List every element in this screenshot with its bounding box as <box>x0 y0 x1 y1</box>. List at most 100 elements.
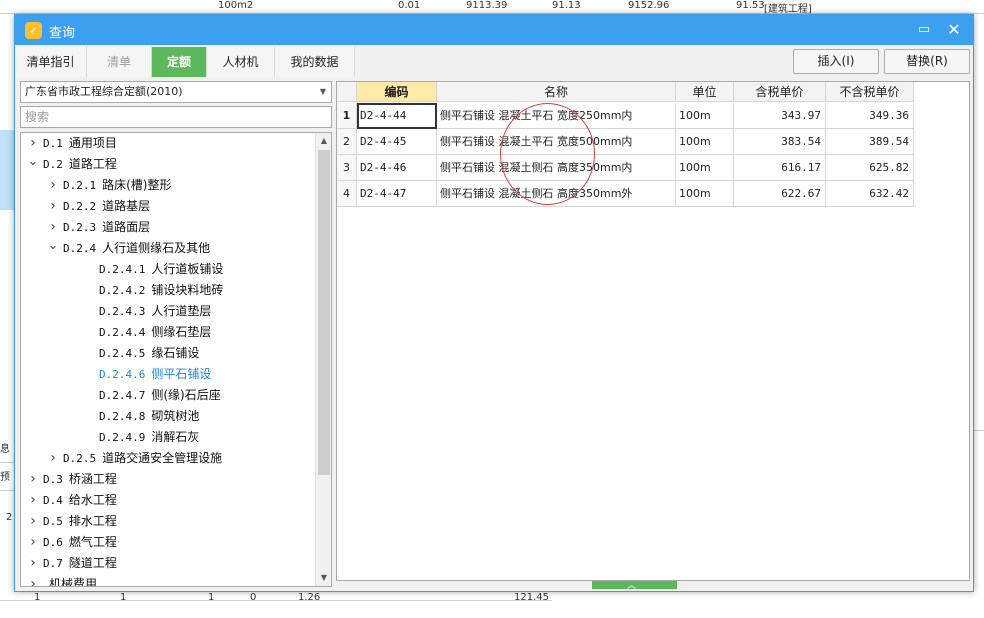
bg-cell: 100m2 <box>218 0 254 11</box>
tree-scrollbar[interactable]: ▲ ▼ <box>315 133 331 586</box>
quota-name-cell[interactable]: 侧平石铺设 混凝土侧石 高度350mm内 <box>437 155 676 181</box>
tree-item-code: D.5 <box>43 515 63 528</box>
bg-label: 预 <box>0 472 10 483</box>
maximize-icon[interactable]: ▭ <box>913 19 935 41</box>
tree-item[interactable]: › D.5 排水工程 <box>21 511 313 532</box>
chevron-right-icon[interactable]: › <box>47 196 59 217</box>
price-notax-cell[interactable]: 625.82 <box>826 155 914 181</box>
chevron-right-icon[interactable]: › <box>27 532 39 553</box>
chevron-right-icon[interactable]: › <box>27 553 39 574</box>
quota-name-cell[interactable]: 侧平石铺设 混凝土侧石 高度350mm外 <box>437 181 676 207</box>
price-tax-cell[interactable]: 343.97 <box>734 103 826 129</box>
price-tax-cell[interactable]: 616.17 <box>734 155 826 181</box>
tree-item[interactable]: › D.3 桥涵工程 <box>21 469 313 490</box>
title-bar[interactable]: ✓ 查询 ▭ ✕ <box>15 15 973 45</box>
chevron-down-icon[interactable]: ⌄ <box>47 235 59 256</box>
scroll-up-icon[interactable]: ▲ <box>316 133 331 149</box>
tree-item-label: 人行道侧缘石及其他 <box>102 241 211 255</box>
price-notax-cell[interactable]: 389.54 <box>826 129 914 155</box>
tab-my-data[interactable]: 我的数据 <box>275 47 355 77</box>
row-index[interactable]: 3 <box>337 155 357 181</box>
scrollbar-thumb[interactable] <box>318 150 330 475</box>
quota-code-cell[interactable]: D2-4-47 <box>357 181 437 207</box>
grid-header-price-tax[interactable]: 含税单价 <box>734 82 826 102</box>
tab-list[interactable]: 清单 <box>87 47 152 77</box>
tree-item-code: D.2.1 <box>63 179 97 192</box>
tree-item[interactable]: › D.7 隧道工程 <box>21 553 313 574</box>
tree-item[interactable]: D.2.4.7 侧(缘)石后座 <box>21 385 313 406</box>
tab-labor-material-machine[interactable]: 人材机 <box>207 47 275 77</box>
unit-cell[interactable]: 100m <box>676 181 734 207</box>
tree-item-label: 消解石灰 <box>151 430 200 444</box>
tree-item[interactable]: ⌄ D.2.4 人行道侧缘石及其他 <box>21 238 313 259</box>
tree-item-code: D.2.5 <box>63 452 97 465</box>
quota-name-cell[interactable]: 侧平石铺设 混凝土平石 宽度250mm内 <box>437 103 676 129</box>
tab-quota[interactable]: 定额 <box>152 47 207 77</box>
tree-item[interactable]: ⌄ D.2 道路工程 <box>21 154 313 175</box>
chevron-right-icon[interactable]: › <box>27 469 39 490</box>
tree-item[interactable]: D.2.4.4 侧缘石垫层 <box>21 322 313 343</box>
tree-item[interactable]: D.2.4.2 铺设块料地砖 <box>21 280 313 301</box>
unit-cell[interactable]: 100m <box>676 129 734 155</box>
quota-code-cell[interactable]: D2-4-45 <box>357 129 437 155</box>
tree-item[interactable]: D.2.4.3 人行道垫层 <box>21 301 313 322</box>
left-panel: 广东省市政工程综合定额(2010) ▼ ›D.1通用项目⌄D.2道路工程›D.2… <box>20 81 332 587</box>
row-index[interactable]: 1 <box>337 103 357 129</box>
tree-item-code: D.3 <box>43 473 63 486</box>
quota-name-cell[interactable]: 侧平石铺设 混凝土平石 宽度500mm内 <box>437 129 676 155</box>
tree-item-text: D.1 通用项目 <box>43 133 117 154</box>
tree-item-label: 通用项目 <box>68 136 117 150</box>
unit-cell[interactable]: 100m <box>676 103 734 129</box>
tree-item[interactable]: › D.2.2 道路基层 <box>21 196 313 217</box>
tree-item[interactable]: › D.2.5 道路交通安全管理设施 <box>21 448 313 469</box>
tree-item[interactable]: › D.2.3 道路面层 <box>21 217 313 238</box>
price-tax-cell[interactable]: 622.67 <box>734 181 826 207</box>
chevron-right-icon[interactable]: › <box>47 448 59 469</box>
quota-library-value: 广东省市政工程综合定额(2010) <box>25 85 183 98</box>
quota-code-cell[interactable]: D2-4-46 <box>357 155 437 181</box>
chevron-right-icon[interactable]: › <box>27 574 39 586</box>
row-index[interactable]: 4 <box>337 181 357 207</box>
search-input[interactable] <box>20 106 332 128</box>
row-index[interactable]: 2 <box>337 129 357 155</box>
price-tax-cell[interactable]: 383.54 <box>734 129 826 155</box>
tree-item[interactable]: › D.1 通用项目 <box>21 133 313 154</box>
tree-item[interactable]: › D.2.1 路床(槽)整形 <box>21 175 313 196</box>
grid-header-quota-code[interactable]: 编码 <box>357 82 437 102</box>
tree-item[interactable]: › 机械费用 <box>21 574 313 586</box>
scroll-down-icon[interactable]: ▼ <box>316 570 331 586</box>
bg-selection <box>0 130 14 210</box>
bg-cell: 91.13 <box>552 0 581 11</box>
replace-button[interactable]: 替换(R) <box>884 49 970 74</box>
quota-code-cell[interactable]: D2-4-44 <box>357 103 437 129</box>
chevron-right-icon[interactable]: › <box>47 175 59 196</box>
tree-item-label: 给水工程 <box>68 493 117 507</box>
tree-item[interactable]: › D.6 燃气工程 <box>21 532 313 553</box>
grid-header-quota-name[interactable]: 名称 <box>437 82 676 102</box>
tree-item[interactable]: D.2.4.1 人行道板铺设 <box>21 259 313 280</box>
grid-header-unit[interactable]: 单位 <box>676 82 734 102</box>
bg-grid-line <box>0 462 14 463</box>
chevron-right-icon[interactable]: › <box>27 490 39 511</box>
tree-item[interactable]: D.2.4.6 侧平石铺设 <box>21 364 313 385</box>
price-notax-cell[interactable]: 632.42 <box>826 181 914 207</box>
price-notax-cell[interactable]: 349.36 <box>826 103 914 129</box>
tree-item[interactable]: D.2.4.9 消解石灰 <box>21 427 313 448</box>
tree-item-label: 道路工程 <box>68 157 117 171</box>
insert-button[interactable]: 插入(I) <box>793 49 879 74</box>
unit-cell[interactable]: 100m <box>676 155 734 181</box>
grid-header-row-index[interactable] <box>337 82 357 102</box>
quota-library-select[interactable]: 广东省市政工程综合定额(2010) ▼ <box>20 81 332 103</box>
chevron-right-icon[interactable]: › <box>27 511 39 532</box>
chevron-down-icon[interactable]: ⌄ <box>27 151 39 172</box>
tree-item-text: D.2.3 道路面层 <box>63 217 150 238</box>
tree-item[interactable]: D.2.4.5 缘石铺设 <box>21 343 313 364</box>
panel-splitter[interactable]: ︿ <box>592 581 677 591</box>
bg-grid-line <box>974 430 984 431</box>
close-icon[interactable]: ✕ <box>943 19 965 41</box>
tree-item[interactable]: › D.4 给水工程 <box>21 490 313 511</box>
grid-header-price-notax[interactable]: 不含税单价 <box>826 82 914 102</box>
tree-item[interactable]: D.2.4.8 砌筑树池 <box>21 406 313 427</box>
tab-list-guide[interactable]: 清单指引 <box>15 47 87 77</box>
tree-item-text: D.2.4.3 人行道垫层 <box>99 301 211 322</box>
